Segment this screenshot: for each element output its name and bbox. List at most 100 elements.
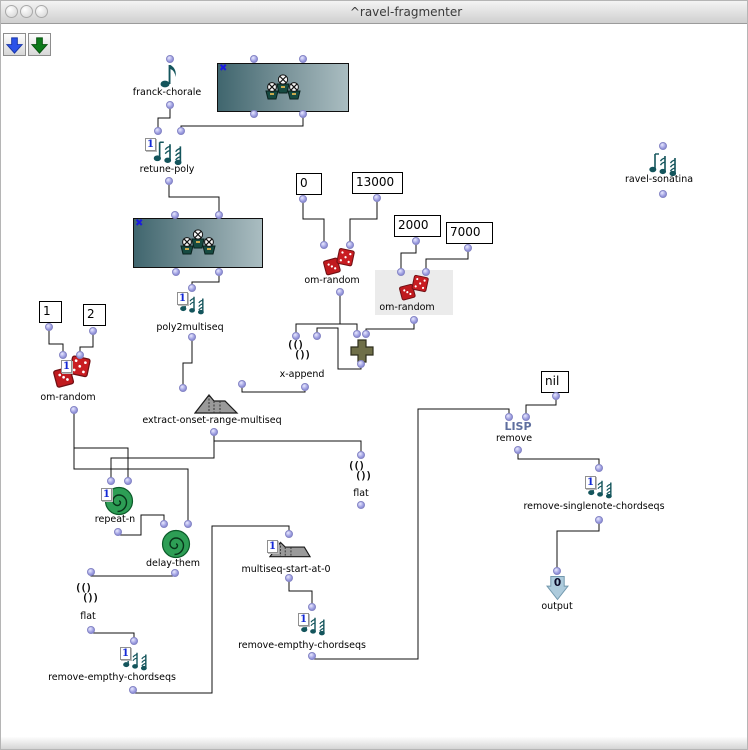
blue-download-arrow-button[interactable] bbox=[3, 33, 26, 56]
node-label-remove: remove bbox=[496, 433, 532, 444]
outlet-dot[interactable] bbox=[165, 177, 173, 185]
inlet-dot[interactable] bbox=[166, 55, 174, 63]
outlet-dot[interactable] bbox=[357, 360, 365, 368]
patch-box-1-close-icon[interactable]: ✖ bbox=[219, 64, 227, 74]
inlet-dot[interactable] bbox=[215, 211, 223, 219]
number-box-7000[interactable]: 7000 bbox=[446, 222, 493, 244]
inlet-dot[interactable] bbox=[59, 351, 67, 359]
dice-icon[interactable] bbox=[52, 353, 92, 391]
inlet-dot[interactable] bbox=[250, 55, 258, 63]
inlet-dot[interactable] bbox=[422, 268, 430, 276]
inlet-dot[interactable] bbox=[107, 477, 115, 485]
dice-icon[interactable] bbox=[322, 246, 356, 278]
inlet-dot[interactable] bbox=[76, 351, 84, 359]
sonatina-notes-icon[interactable] bbox=[644, 148, 686, 176]
eighth-note-icon[interactable] bbox=[159, 61, 179, 89]
node-label-extract-onset-range-multiseq: extract-onset-range-multiseq bbox=[142, 415, 281, 426]
outlet-dot[interactable] bbox=[87, 626, 95, 634]
inlet-dot[interactable] bbox=[87, 568, 95, 576]
spiral-icon[interactable] bbox=[161, 529, 191, 559]
inlet-dot[interactable] bbox=[522, 413, 530, 421]
outlet-dot[interactable] bbox=[595, 516, 603, 524]
outlet-dot[interactable] bbox=[299, 195, 307, 203]
inlet-dot[interactable] bbox=[154, 127, 162, 135]
outlet-dot[interactable] bbox=[285, 574, 293, 582]
inlet-dot[interactable] bbox=[160, 520, 168, 528]
inlet-dot[interactable] bbox=[292, 332, 300, 340]
number-box-1[interactable]: 1 bbox=[39, 301, 62, 323]
list-icon[interactable]: (() ()) bbox=[287, 340, 310, 360]
minimize-window-button[interactable] bbox=[20, 5, 33, 18]
inlet-dot[interactable] bbox=[188, 284, 196, 292]
inlet-dot[interactable] bbox=[130, 637, 138, 645]
outlet-dot[interactable] bbox=[514, 446, 522, 454]
dice-icon[interactable] bbox=[398, 273, 430, 303]
outlet-dot[interactable] bbox=[171, 569, 179, 577]
list-icon[interactable]: (() ()) bbox=[348, 461, 371, 481]
poly-notes-icon[interactable] bbox=[152, 136, 188, 165]
inlet-dot[interactable] bbox=[357, 451, 365, 459]
outlet-dot[interactable] bbox=[215, 268, 223, 276]
inlet-dot[interactable] bbox=[659, 142, 667, 150]
outlet-dot[interactable] bbox=[210, 428, 218, 436]
lisp-function-tag[interactable]: LISP bbox=[504, 420, 531, 433]
title-bar[interactable]: ^ravel-fragmenter bbox=[1, 1, 748, 24]
outlet-dot[interactable] bbox=[373, 194, 381, 202]
inlet-dot[interactable] bbox=[313, 332, 321, 340]
outlet-dot[interactable] bbox=[299, 110, 307, 118]
patch-cord bbox=[312, 409, 509, 659]
mountain-icon[interactable] bbox=[194, 392, 239, 415]
outlet-dot[interactable] bbox=[308, 652, 316, 660]
patch-box-2-close-icon[interactable]: ✖ bbox=[135, 219, 143, 229]
number-box-2000[interactable]: 2000 bbox=[394, 215, 441, 237]
inlet-dot[interactable] bbox=[353, 330, 361, 338]
output-arrow-icon[interactable]: 0 bbox=[546, 575, 569, 601]
inlet-dot[interactable] bbox=[320, 241, 328, 249]
number-box-2[interactable]: 2 bbox=[83, 304, 106, 326]
node-label-retune-poly: retune-poly bbox=[140, 164, 195, 175]
inlet-dot[interactable] bbox=[595, 464, 603, 472]
zoom-window-button[interactable] bbox=[35, 5, 48, 18]
inlet-dot[interactable] bbox=[505, 413, 513, 421]
list-icon[interactable]: (() ()) bbox=[75, 583, 98, 603]
inlet-dot[interactable] bbox=[362, 330, 370, 338]
retune-poly-badge: 1 bbox=[145, 138, 156, 151]
outlet-dot[interactable] bbox=[301, 383, 309, 391]
inlet-dot[interactable] bbox=[171, 211, 179, 219]
outlet-dot[interactable] bbox=[464, 244, 472, 252]
inlet-dot[interactable] bbox=[397, 268, 405, 276]
outlet-dot[interactable] bbox=[357, 501, 365, 509]
inlet-dot[interactable] bbox=[346, 241, 354, 249]
inlet-dot[interactable] bbox=[308, 603, 316, 611]
outlet-dot[interactable] bbox=[166, 101, 174, 109]
inlet-dot[interactable] bbox=[299, 55, 307, 63]
outlet-dot[interactable] bbox=[129, 686, 137, 694]
outlet-dot[interactable] bbox=[45, 323, 53, 331]
patch-cord bbox=[557, 520, 599, 571]
outlet-dot[interactable] bbox=[250, 110, 258, 118]
number-box-0[interactable]: 0 bbox=[296, 173, 322, 195]
node-label-flat-left: flat bbox=[80, 611, 96, 622]
outlet-dot[interactable] bbox=[70, 406, 78, 414]
outlet-dot[interactable] bbox=[412, 237, 420, 245]
outlet-dot[interactable] bbox=[114, 528, 122, 536]
inlet-dot[interactable] bbox=[179, 384, 187, 392]
inlet-dot[interactable] bbox=[238, 380, 246, 388]
inlet-dot[interactable] bbox=[124, 477, 132, 485]
outlet-dot[interactable] bbox=[172, 268, 180, 276]
outlet-dot[interactable] bbox=[188, 333, 196, 341]
inlet-dot[interactable] bbox=[177, 127, 185, 135]
green-download-arrow-button[interactable] bbox=[28, 33, 51, 56]
outlet-dot[interactable] bbox=[336, 288, 344, 296]
outlet-dot[interactable] bbox=[410, 316, 418, 324]
inlet-dot[interactable] bbox=[184, 520, 192, 528]
close-window-button[interactable] bbox=[5, 5, 18, 18]
inlet-dot[interactable] bbox=[553, 567, 561, 575]
inlet-dot[interactable] bbox=[285, 530, 293, 538]
number-box-13000[interactable]: 13000 bbox=[352, 172, 403, 194]
nil-box[interactable]: nil bbox=[541, 371, 569, 393]
outlet-dot[interactable] bbox=[552, 392, 560, 400]
node-label-delay-them: delay-them bbox=[146, 558, 200, 569]
outlet-dot[interactable] bbox=[659, 190, 667, 198]
outlet-dot[interactable] bbox=[89, 327, 97, 335]
